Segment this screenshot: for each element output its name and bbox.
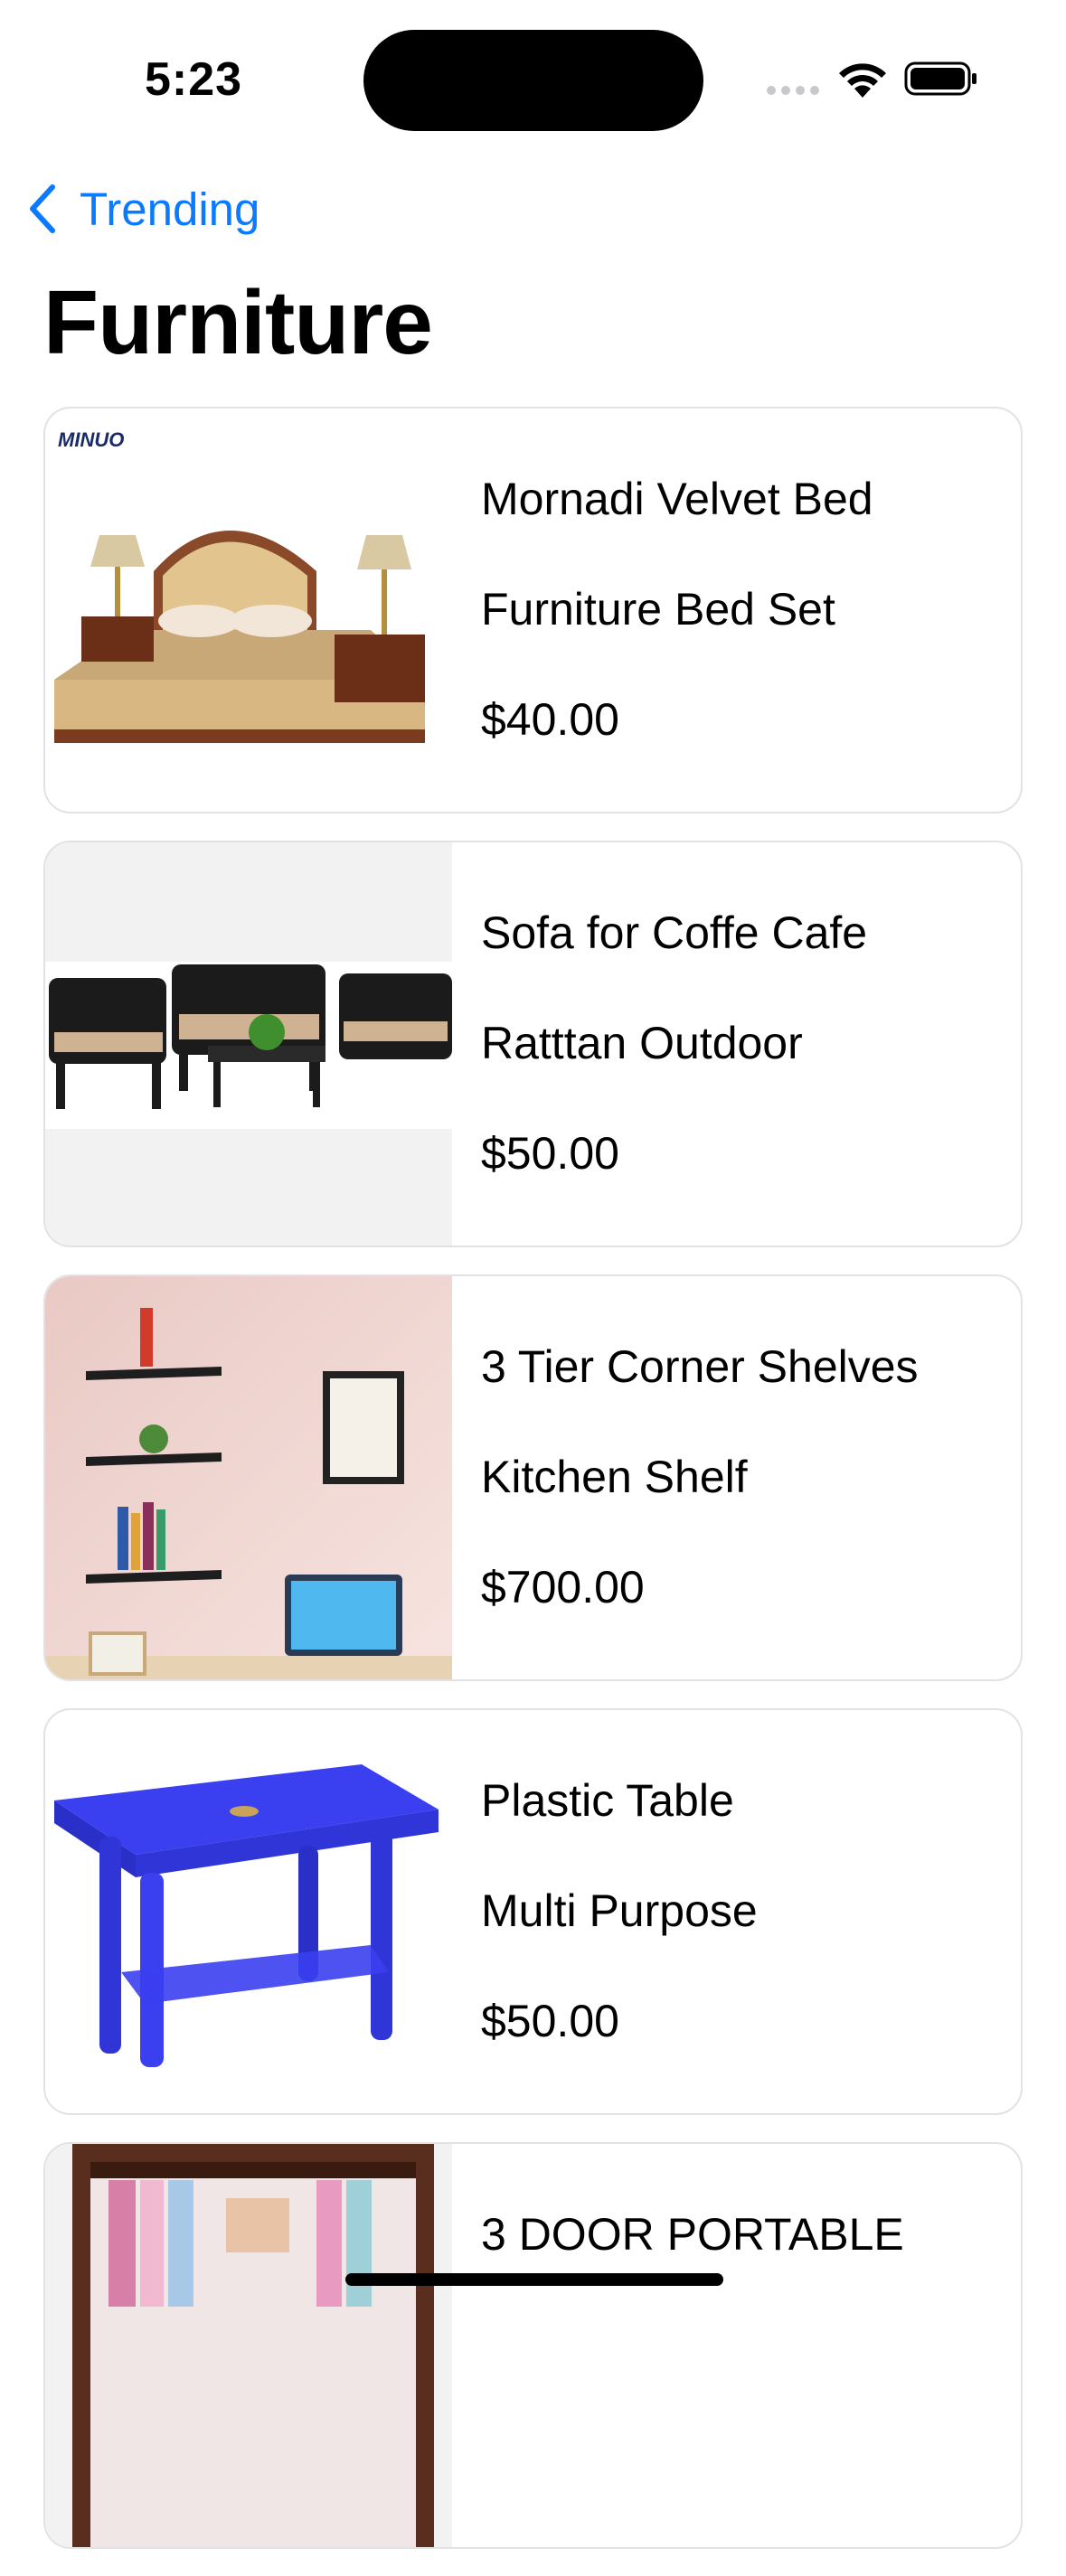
status-time: 5:23 [145, 53, 243, 106]
back-label: Trending [80, 183, 260, 235]
product-name: 3 DOOR PORTABLE [481, 2209, 904, 2260]
home-indicator[interactable] [345, 2273, 723, 2286]
product-name: Sofa for Coffe Cafe [481, 907, 868, 958]
corner-shelves-image [45, 1276, 452, 1679]
plastic-table-image [45, 1710, 452, 2113]
battery-icon [904, 61, 976, 96]
product-list: MINUO Mornadi Velvet Bed Furniture Bed S… [43, 407, 1023, 2576]
product-name: Mornadi Velvet Bed [481, 474, 873, 524]
status-bar: 5:23 [0, 0, 1066, 154]
wifi-icon [839, 63, 886, 98]
product-subtitle: Kitchen Shelf [481, 1452, 748, 1502]
brand-logo: MINUO [58, 428, 124, 451]
bed-set-image: MINUO [45, 409, 452, 812]
product-card[interactable]: 3 Tier Corner Shelves Kitchen Shelf $700… [43, 1274, 1023, 1681]
product-card[interactable]: MINUO Mornadi Velvet Bed Furniture Bed S… [43, 407, 1023, 813]
product-price: $50.00 [481, 1128, 619, 1179]
product-subtitle: Furniture Bed Set [481, 584, 835, 635]
rattan-sofa-image [45, 842, 452, 1246]
product-subtitle: Multi Purpose [481, 1885, 758, 1936]
product-subtitle [481, 2317, 904, 2428]
product-name: Plastic Table [481, 1775, 734, 1826]
product-card[interactable]: Plastic Table Multi Purpose $50.00 [43, 1708, 1023, 2115]
product-subtitle: Ratttan Outdoor [481, 1018, 803, 1068]
chevron-left-icon [30, 184, 55, 233]
product-card[interactable]: Sofa for Coffe Cafe Ratttan Outdoor $50.… [43, 841, 1023, 1247]
cellular-signal-icon [767, 83, 825, 99]
product-card[interactable]: 3 DOOR PORTABLE [43, 2142, 1023, 2549]
product-price: $700.00 [481, 1562, 645, 1612]
product-price: $40.00 [481, 694, 619, 745]
page-title: Furniture [43, 272, 433, 373]
back-button[interactable]: Trending [24, 177, 259, 240]
wardrobe-image [45, 2144, 452, 2547]
dynamic-island [363, 30, 703, 131]
product-price: $50.00 [481, 1996, 619, 2046]
product-price [481, 2428, 904, 2538]
product-name: 3 Tier Corner Shelves [481, 1341, 919, 1392]
